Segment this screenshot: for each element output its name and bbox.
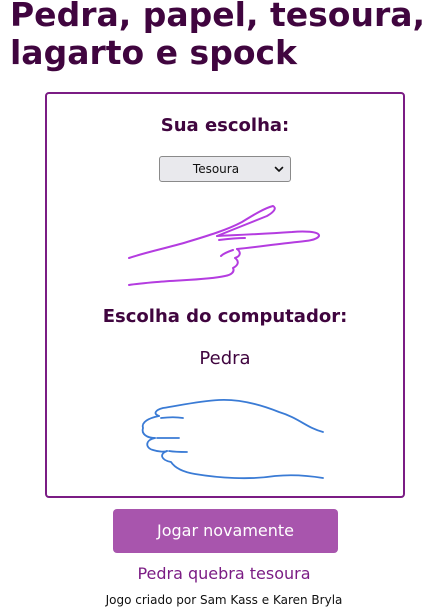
play-again-button[interactable]: Jogar novamente <box>113 509 338 553</box>
choice-select-value: Tesoura <box>192 162 240 176</box>
scissors-hand-icon <box>128 205 320 286</box>
computer-choice-text: Pedra <box>199 348 251 369</box>
player-choice-heading: Sua escolha: <box>160 115 290 136</box>
rock-hand-icon <box>141 399 324 480</box>
computer-choice-heading: Escolha do computador: <box>102 306 348 327</box>
chevron-down-icon <box>274 166 284 172</box>
footer-credit: Jogo criado por Sam Kass e Karen Bryla <box>105 593 343 607</box>
result-text: Pedra quebra tesoura <box>137 564 311 583</box>
game-card: Sua escolha: Tesoura Escolha do computad… <box>45 92 405 498</box>
choice-select[interactable]: Tesoura <box>159 156 291 182</box>
page-title: Pedra, papel, tesoura, lagarto e spock <box>10 0 426 72</box>
